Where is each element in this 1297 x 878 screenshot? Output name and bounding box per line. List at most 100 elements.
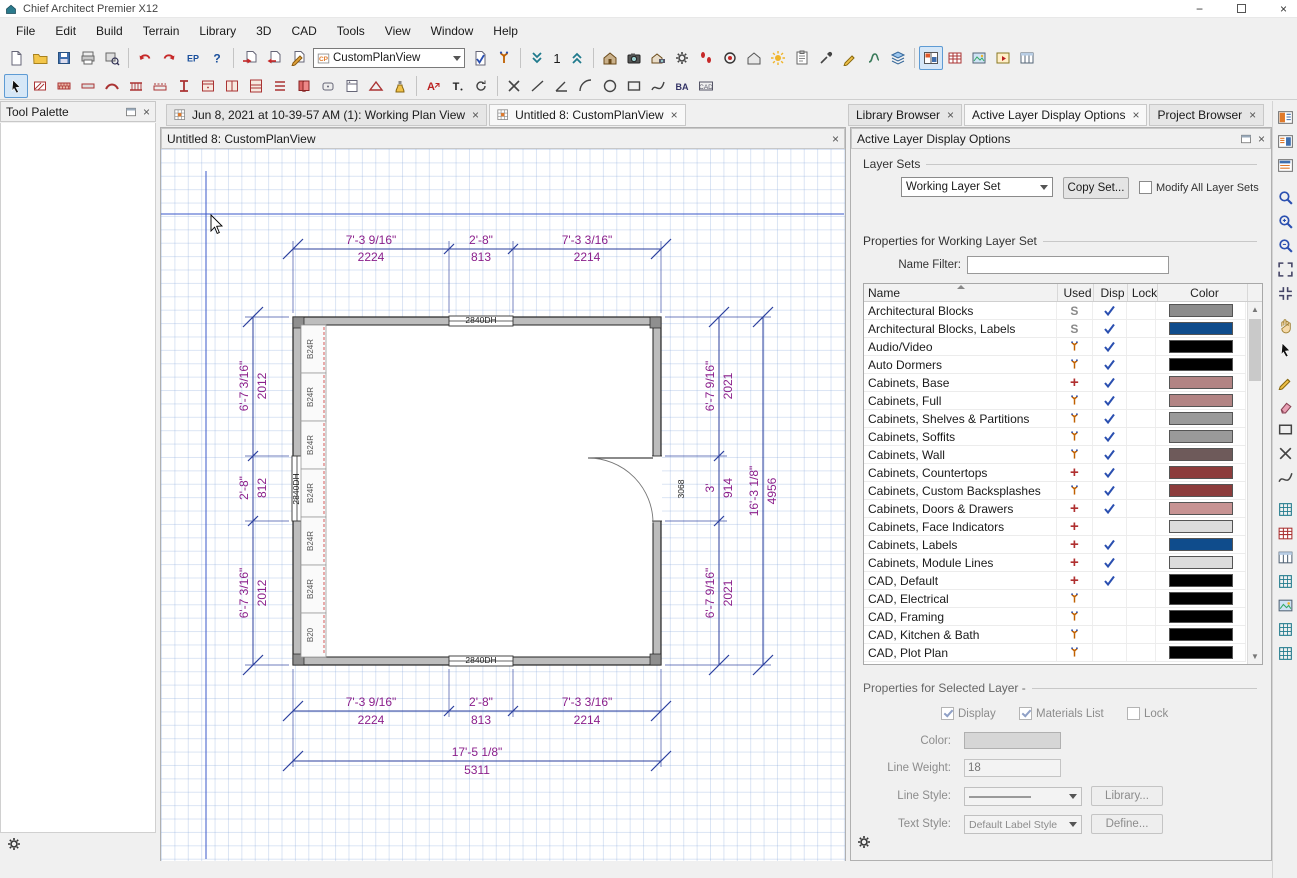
layer-used-cell[interactable]: + [1057,518,1093,535]
plan-canvas[interactable]: 2840DH 2840DH 2840DH 3068 [161,149,845,861]
close-tab-icon[interactable]: × [1132,108,1139,122]
side-components-button[interactable] [1275,547,1296,568]
layer-row[interactable]: Cabinets, Labels+ [864,536,1246,554]
layer-color-cell[interactable] [1156,626,1246,643]
material-painter-button[interactable] [388,74,412,98]
layer-lock-cell[interactable] [1127,608,1157,625]
window-left[interactable]: 2840DH [291,456,302,521]
side-select-button[interactable] [1275,339,1296,360]
layer-color-cell[interactable] [1156,464,1246,481]
layer-row[interactable]: Cabinets, Shelves & Partitions [864,410,1246,428]
layer-name-cell[interactable]: CAD, Default [864,572,1057,589]
full-overview-button[interactable] [598,46,622,70]
layer-name-cell[interactable]: Cabinets, Face Indicators [864,518,1057,535]
layer-lock-cell[interactable] [1127,410,1157,427]
hatch-region-button[interactable] [28,74,52,98]
delete-cad-button[interactable] [502,74,526,98]
side-reference-grid-button[interactable] [1275,499,1296,520]
draw-line-button[interactable] [526,74,550,98]
layer-used-cell[interactable] [1057,392,1093,409]
layer-color-cell[interactable] [1156,644,1246,661]
menu-terrain[interactable]: Terrain [133,20,190,42]
dimension-chain-left[interactable]: 6'-7 3/16" 2012 2'-8" 812 6'-7 3/16" 201… [237,307,289,675]
layer-color-cell[interactable] [1156,554,1246,571]
layer-lock-cell[interactable] [1127,446,1157,463]
layer-name-cell[interactable]: Cabinets, Wall [864,446,1057,463]
maximize-button[interactable] [1237,4,1246,13]
plan-view-select[interactable]: CPCustomPlanView [313,48,465,68]
menu-library[interactable]: Library [189,20,246,42]
column-header-name[interactable]: Name [864,284,1058,301]
roof-tool-button[interactable] [364,74,388,98]
layer-color-cell[interactable] [1156,392,1246,409]
column-header-lock[interactable]: Lock [1128,284,1158,301]
undo-button[interactable] [133,46,157,70]
layer-disp-cell[interactable] [1093,518,1127,535]
layer-color-cell[interactable] [1156,446,1246,463]
layer-used-cell[interactable]: + [1057,464,1093,481]
layer-lock-cell[interactable] [1127,554,1157,571]
adjust-material-button[interactable] [838,46,862,70]
layer-lock-cell[interactable] [1127,644,1157,661]
scroll-down-icon[interactable]: ▼ [1248,649,1262,664]
menu-build[interactable]: Build [86,20,133,42]
layer-name-cell[interactable]: Cabinets, Base [864,374,1057,391]
layer-name-cell[interactable]: CAD, Kitchen & Bath [864,626,1057,643]
layer-used-cell[interactable] [1057,590,1093,607]
side-fill-window-button[interactable] [1275,259,1296,280]
layer-name-cell[interactable]: Architectural Blocks [864,302,1057,319]
layer-color-swatch[interactable] [964,732,1061,749]
layer-used-cell[interactable] [1057,482,1093,499]
layer-lock-cell[interactable] [1127,482,1157,499]
layer-lock-cell[interactable] [1127,626,1157,643]
layer-lock-cell[interactable] [1127,320,1157,337]
close-tab-icon[interactable]: × [671,108,678,122]
column-header-disp[interactable]: Disp [1094,284,1128,301]
lock-checkbox[interactable] [1127,707,1140,720]
walkthrough-path-button[interactable] [694,46,718,70]
layer-lock-cell[interactable] [1127,536,1157,553]
layer-color-cell[interactable] [1156,482,1246,499]
layer-name-cell[interactable]: Cabinets, Custom Backsplashes [864,482,1057,499]
copy-set-button[interactable]: Copy Set... [1063,177,1129,199]
column-header-used[interactable]: Used [1058,284,1094,301]
layer-disp-cell[interactable] [1093,338,1127,355]
draw-box-button[interactable] [622,74,646,98]
layer-lock-cell[interactable] [1127,590,1157,607]
dimension-chain-bottom[interactable]: 7'-3 9/16" 2224 2'-8" 813 7'-3 3/16" 221… [283,669,671,777]
wall-cabinet-button[interactable] [220,74,244,98]
cad-detail-management-button[interactable]: CAD [694,74,718,98]
components-window-button[interactable] [1015,46,1039,70]
layer-used-cell[interactable] [1057,608,1093,625]
layer-name-cell[interactable]: Audio/Video [864,338,1057,355]
layer-color-cell[interactable] [1156,536,1246,553]
layer-used-cell[interactable] [1057,410,1093,427]
side-library-browser-button[interactable] [1275,131,1296,152]
tile-windows-button[interactable] [919,46,943,70]
materials-list-checkbox[interactable] [1019,707,1032,720]
layer-lock-cell[interactable] [1127,356,1157,373]
layer-disp-cell[interactable] [1093,644,1127,661]
up-one-floor-button[interactable] [565,46,589,70]
layer-row[interactable]: CAD, Electrical [864,590,1246,608]
draw-arc-button[interactable] [574,74,598,98]
menu-edit[interactable]: Edit [45,20,86,42]
layer-row[interactable]: CAD, Kitchen & Bath [864,626,1246,644]
layer-name-cell[interactable]: Cabinets, Labels [864,536,1057,553]
panel-tab-2[interactable]: Project Browser× [1149,104,1264,126]
text-style-select[interactable]: Default Label Style [964,815,1082,834]
room-walls[interactable] [293,317,661,665]
table-scrollbar[interactable]: ▲ ▼ [1247,302,1262,664]
side-pan-button[interactable] [1275,315,1296,336]
layer-disp-cell[interactable] [1093,356,1127,373]
menu-3d[interactable]: 3D [246,20,281,42]
modify-all-layer-sets-checkbox[interactable] [1139,181,1152,194]
layer-lock-cell[interactable] [1127,302,1157,319]
text-tool-button[interactable]: A [421,74,445,98]
layer-set-select[interactable]: Working Layer Set [901,177,1053,197]
layer-color-cell[interactable] [1156,338,1246,355]
layer-used-cell[interactable]: + [1057,500,1093,517]
line-style-select[interactable] [964,787,1082,806]
layer-color-cell[interactable] [1156,410,1246,427]
layer-name-cell[interactable]: CAD, Electrical [864,590,1057,607]
